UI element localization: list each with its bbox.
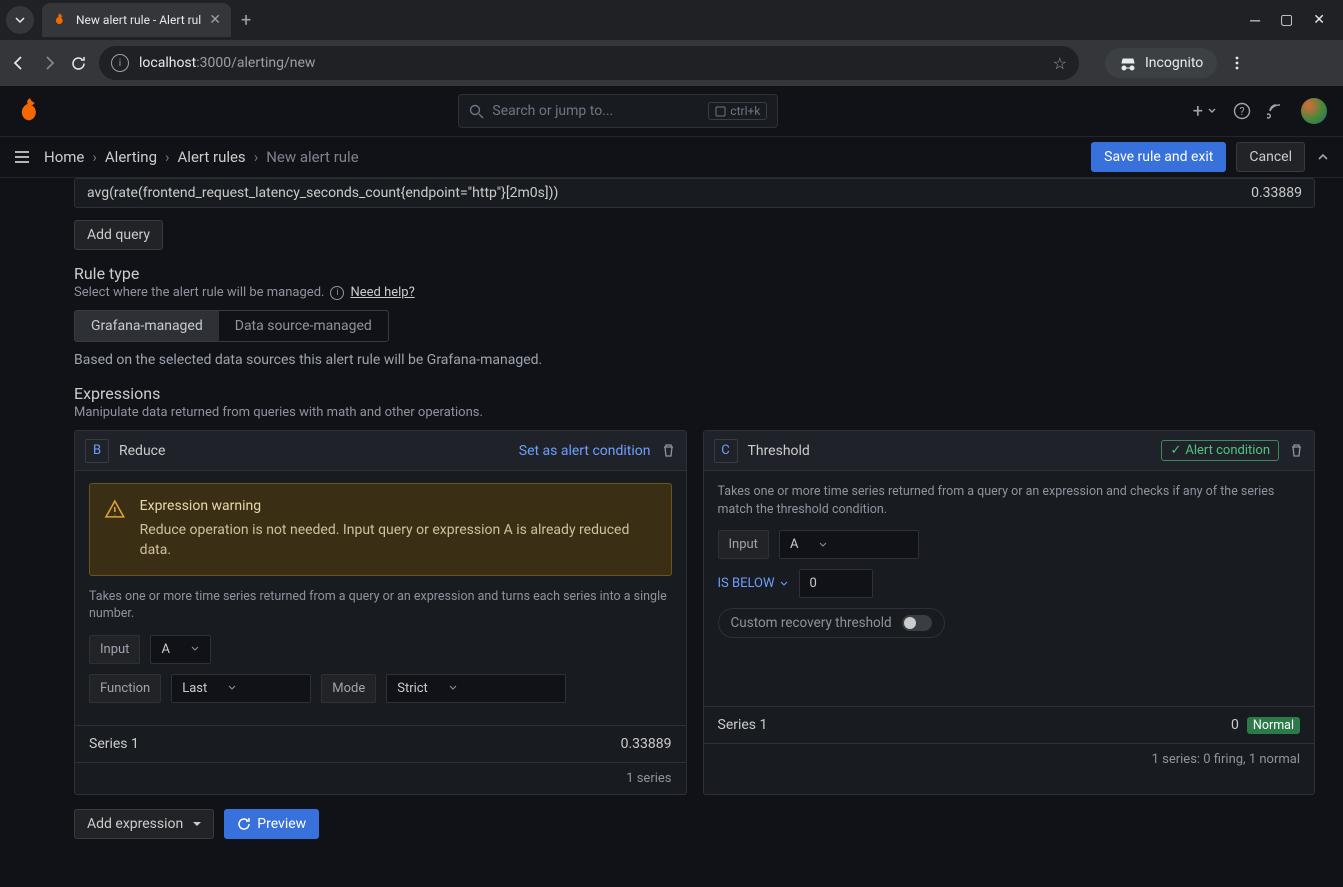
grafana-app: Search or jump to... ctrl+k + ? Home› Al…	[0, 86, 1343, 887]
add-query-button[interactable]: Add query	[74, 220, 163, 250]
refresh-icon	[237, 817, 251, 831]
trash-icon[interactable]	[1289, 443, 1304, 458]
threshold-value-input[interactable]	[799, 569, 873, 598]
expressions-title: Expressions	[74, 384, 1315, 403]
expressions-subtitle: Manipulate data returned from queries wi…	[74, 405, 1315, 420]
crumb-alerting[interactable]: Alerting	[105, 148, 157, 166]
url-text: localhost:3000/alerting/new	[139, 55, 315, 71]
bookmark-icon[interactable]: ☆	[1053, 54, 1067, 73]
svg-text:?: ?	[1239, 105, 1244, 118]
card-title: Reduce	[119, 443, 165, 459]
save-rule-button[interactable]: Save rule and exit	[1091, 142, 1226, 172]
crumb-alert-rules[interactable]: Alert rules	[178, 148, 246, 166]
seg-datasource-managed[interactable]: Data source-managed	[219, 311, 388, 341]
input-select[interactable]: A	[150, 635, 210, 664]
new-tab-button[interactable]: +	[241, 10, 251, 31]
need-help-link[interactable]: Need help?	[350, 285, 414, 300]
card-description: Takes one or more time series returned f…	[718, 483, 1301, 518]
series-summary: 1 series	[75, 762, 686, 794]
query-text: avg(rate(frontend_request_latency_second…	[87, 185, 558, 201]
toggle-switch[interactable]	[902, 615, 932, 631]
crumb-current: New alert rule	[266, 148, 358, 166]
info-icon[interactable]: i	[330, 286, 344, 300]
help-icon[interactable]: ?	[1233, 102, 1251, 120]
mode-select[interactable]: Strict	[386, 674, 566, 703]
function-select[interactable]: Last	[171, 674, 311, 703]
series-summary: 1 series: 0 firing, 1 normal	[704, 743, 1315, 775]
browser-chrome: New alert rule - Alert rul ✕ + ─ ▢ ✕ i l…	[0, 0, 1343, 86]
recovery-toggle[interactable]: Custom recovery threshold	[718, 608, 945, 638]
series-row: Series 1 0.33889	[75, 726, 686, 762]
rule-type-segment: Grafana-managed Data source-managed	[74, 310, 389, 342]
mode-label: Mode	[321, 674, 376, 703]
set-alert-condition-link[interactable]: Set as alert condition	[519, 443, 651, 459]
incognito-chip[interactable]: Incognito	[1105, 48, 1217, 78]
query-value: 0.33889	[1251, 185, 1302, 201]
keyboard-shortcut: ctrl+k	[708, 102, 767, 120]
seg-grafana-managed[interactable]: Grafana-managed	[75, 311, 219, 341]
warning-icon	[104, 498, 126, 520]
ref-id[interactable]: B	[85, 439, 109, 463]
avatar[interactable]	[1301, 98, 1327, 124]
warning-box: Expression warning Reduce operation is n…	[89, 483, 672, 576]
series-row: Series 1 0Normal	[704, 707, 1315, 743]
collapse-icon[interactable]	[1315, 149, 1331, 165]
expression-card-threshold: C Threshold ✓Alert condition Takes one o…	[703, 430, 1316, 795]
close-window-icon[interactable]: ✕	[1313, 12, 1325, 29]
news-icon[interactable]	[1267, 102, 1285, 120]
browser-toolbar: i localhost:3000/alerting/new ☆ Incognit…	[0, 40, 1343, 86]
alert-condition-badge[interactable]: ✓Alert condition	[1161, 440, 1279, 461]
expression-card-reduce: B Reduce Set as alert condition Expressi…	[74, 430, 687, 795]
input-label: Input	[718, 530, 769, 559]
url-bar[interactable]: i localhost:3000/alerting/new ☆	[99, 46, 1079, 80]
card-description: Takes one or more time series returned f…	[89, 588, 672, 623]
menu-toggle-icon[interactable]	[12, 147, 32, 167]
grafana-icon	[52, 12, 68, 28]
search-input[interactable]: Search or jump to... ctrl+k	[458, 94, 778, 128]
grafana-logo[interactable]	[16, 97, 44, 125]
warning-text: Reduce operation is not needed. Input qu…	[140, 520, 657, 561]
query-row[interactable]: avg(rate(frontend_request_latency_second…	[74, 178, 1315, 208]
app-header: Search or jump to... ctrl+k + ?	[0, 86, 1343, 136]
rule-type-title: Rule type	[74, 264, 1315, 283]
warning-title: Expression warning	[140, 498, 657, 514]
rule-type-subtitle: Select where the alert rule will be mana…	[74, 285, 1315, 300]
sub-header: Home› Alerting› Alert rules› New alert r…	[0, 136, 1343, 178]
tab-title: New alert rule - Alert rul	[76, 13, 201, 27]
browser-tab[interactable]: New alert rule - Alert rul ✕	[42, 3, 231, 37]
tab-search-button[interactable]	[6, 6, 34, 34]
card-title: Threshold	[748, 443, 810, 459]
breadcrumb: Home› Alerting› Alert rules› New alert r…	[44, 148, 359, 166]
rule-type-hint: Based on the selected data sources this …	[74, 352, 1315, 368]
status-badge: Normal	[1247, 717, 1300, 734]
forward-button[interactable]	[40, 54, 58, 72]
close-icon[interactable]: ✕	[209, 12, 221, 28]
trash-icon[interactable]	[661, 443, 676, 458]
ref-id[interactable]: C	[714, 439, 738, 463]
operator-select[interactable]: IS BELOW	[718, 576, 789, 591]
back-button[interactable]	[10, 54, 28, 72]
input-label: Input	[89, 635, 140, 664]
preview-button[interactable]: Preview	[224, 809, 319, 839]
minimize-icon[interactable]: ─	[1250, 12, 1260, 29]
reload-button[interactable]	[70, 55, 87, 72]
page-content: avg(rate(frontend_request_latency_second…	[0, 178, 1343, 839]
incognito-icon	[1119, 54, 1137, 72]
tab-bar: New alert rule - Alert rul ✕ + ─ ▢ ✕	[0, 0, 1343, 40]
site-info-icon[interactable]: i	[111, 54, 129, 72]
input-select[interactable]: A	[779, 530, 919, 559]
crumb-home[interactable]: Home	[44, 148, 84, 166]
browser-menu-icon[interactable]	[1229, 55, 1245, 71]
add-expression-button[interactable]: Add expression	[74, 809, 214, 839]
search-icon	[469, 104, 484, 119]
cancel-button[interactable]: Cancel	[1236, 142, 1305, 172]
function-label: Function	[89, 674, 161, 703]
add-button[interactable]: +	[1193, 101, 1217, 122]
maximize-icon[interactable]: ▢	[1280, 12, 1293, 29]
